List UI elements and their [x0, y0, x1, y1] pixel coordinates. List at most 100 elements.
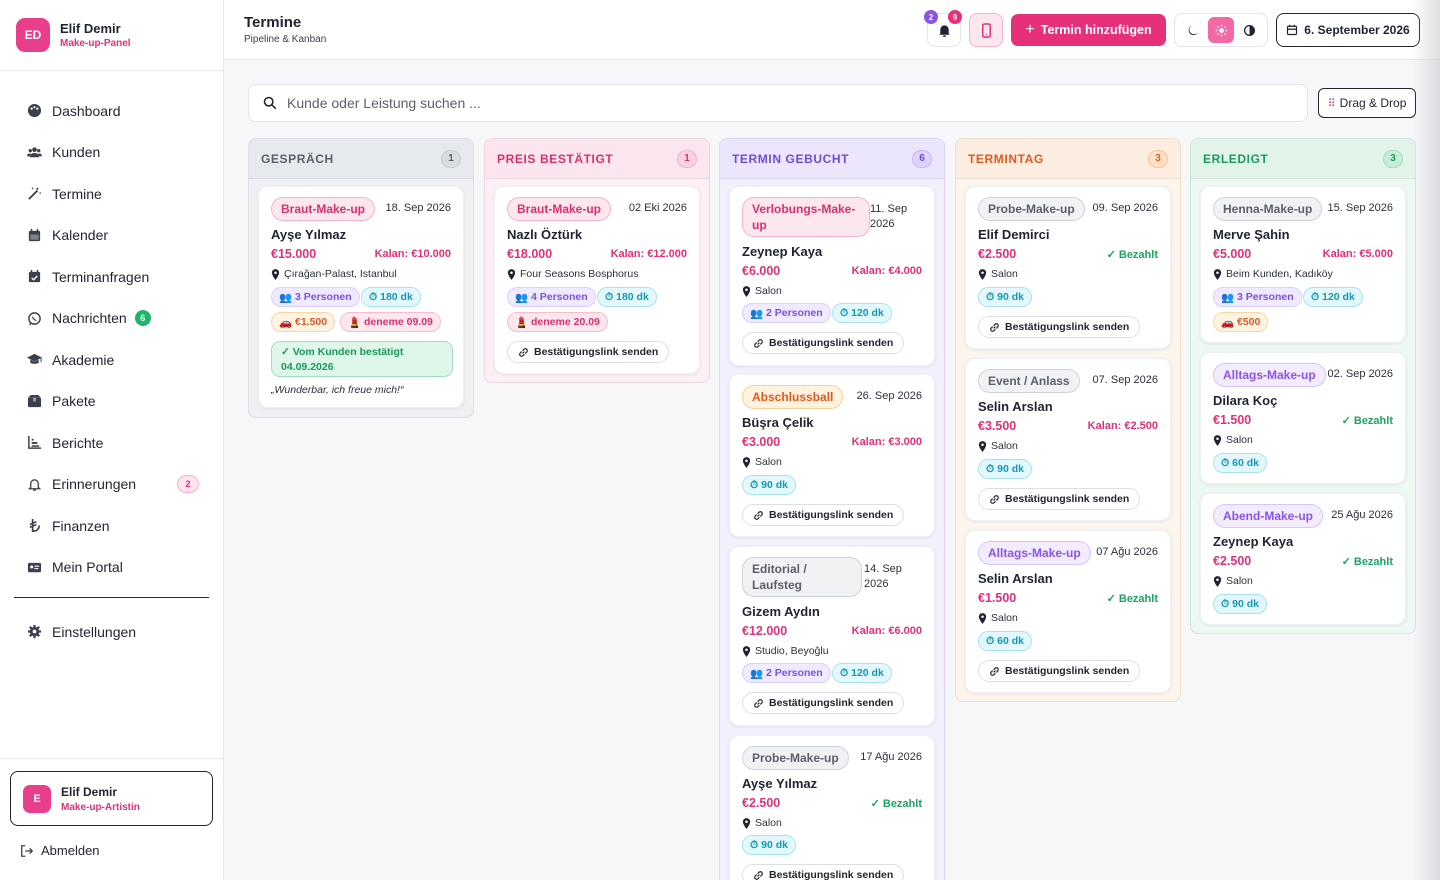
topbar: Termine Pipeline & Kanban 2 9 + Termin h…	[224, 0, 1440, 60]
remaining-amount: Kalan: €4.000	[851, 265, 922, 277]
logout-button[interactable]: Abmelden	[20, 843, 100, 858]
map-pin-icon	[742, 645, 751, 657]
send-confirmation-link-button[interactable]: Bestätigungslink senden	[742, 504, 905, 526]
appointment-card[interactable]: Probe-Make-up 09. Sep 2026 Elif Demirci …	[965, 186, 1171, 349]
column-title: TERMINTAG	[968, 151, 1044, 166]
gear-icon	[26, 624, 42, 640]
notifications-button[interactable]: 2 9	[924, 10, 962, 47]
map-pin-icon	[742, 285, 751, 297]
sidebar-item-terminanfragen[interactable]: Terminanfragen	[0, 256, 223, 298]
map-pin-icon	[271, 268, 280, 280]
column-header: GESPRÄCH 1	[249, 139, 473, 179]
column-title: ERLEDIGT	[1203, 151, 1269, 166]
brand-name: Elif Demir	[60, 21, 121, 36]
current-date: 6. September 2026	[1304, 23, 1410, 37]
calendar-icon	[26, 227, 42, 243]
sidebar-item-erinnerungen[interactable]: Erinnerungen 2	[0, 464, 223, 506]
travel-fee-chip: 🚗 €500	[1213, 312, 1269, 332]
duration-text: 90 dk	[997, 463, 1024, 475]
sidebar-item-termine[interactable]: Termine	[0, 173, 223, 215]
appointment-date: 18. Sep 2026	[385, 202, 451, 214]
appointment-card[interactable]: Braut-Make-up 18. Sep 2026 Ayşe Yılmaz €…	[258, 186, 464, 408]
send-confirmation-link-button[interactable]: Bestätigungslink senden	[978, 660, 1141, 682]
column-count: 1	[441, 149, 461, 168]
grip-icon: ⠿	[1327, 97, 1336, 110]
send-confirmation-link-button[interactable]: Bestätigungslink senden	[742, 864, 905, 880]
location: Salon	[742, 285, 782, 297]
send-link-label: Bestätigungslink senden	[1005, 321, 1130, 333]
sun-icon	[1215, 24, 1227, 36]
calendar-icon	[1287, 24, 1298, 36]
send-link-label: Bestätigungslink senden	[769, 697, 894, 709]
appointment-card[interactable]: Braut-Make-up 02 Eki 2026 Nazlı Öztürk €…	[494, 186, 700, 374]
client-name: Elif Demirci	[978, 227, 1050, 242]
sidebar-item-label: Erinnerungen	[52, 476, 137, 493]
drag-drop-toggle[interactable]: ⠿ Drag & Drop	[1318, 88, 1416, 118]
client-name: Selin Arslan	[978, 399, 1053, 414]
map-pin-icon	[1213, 575, 1222, 587]
search-input[interactable]	[287, 95, 1187, 111]
sidebar-item-kunden[interactable]: Kunden	[0, 132, 223, 174]
send-confirmation-link-button[interactable]: Bestätigungslink senden	[507, 341, 670, 363]
link-icon	[990, 322, 999, 332]
appointment-date: 02. Sep 2026	[1327, 368, 1393, 380]
appointment-card[interactable]: Editorial / Laufsteg 14. Sep 2026 Gizem …	[729, 546, 935, 726]
column-preis-bestatigt: PREIS BESTÄTIGT 1 Braut-Make-up 02 Eki 2…	[484, 138, 710, 383]
appointment-card[interactable]: Alltags-Make-up 02. Sep 2026 Dilara Koç …	[1200, 352, 1406, 484]
appointment-date: 07 Ağu 2026	[1096, 546, 1158, 558]
appointment-card[interactable]: Henna-Make-up 15. Sep 2026 Merve Şahin €…	[1200, 186, 1406, 343]
appointment-card[interactable]: Verlobungs-Make-up 11. Sep 2026 Zeynep K…	[729, 186, 935, 366]
column-termin-gebucht: TERMIN GEBUCHT 6 Verlobungs-Make-up 11. …	[719, 138, 945, 880]
column-title: TERMIN GEBUCHT	[732, 151, 850, 166]
brand-header: ED Elif Demir Make-up-Panel	[0, 0, 223, 71]
sidebar-item-kalender[interactable]: Kalender	[0, 215, 223, 257]
theme-light-button[interactable]	[1208, 17, 1234, 43]
duration-chip: ⏱ 90 dk	[1213, 594, 1267, 614]
send-confirmation-link-button[interactable]: Bestätigungslink senden	[742, 692, 905, 714]
send-link-label: Bestätigungslink senden	[769, 337, 894, 349]
theme-switcher	[1174, 13, 1268, 47]
appointment-card[interactable]: Abschlussball 26. Sep 2026 Büşra Çelik €…	[729, 374, 935, 537]
map-pin-icon	[1213, 268, 1222, 280]
duration-chip: ⏱ 120 dk	[832, 663, 892, 683]
user-profile-card[interactable]: E Elif Demir Make-up-Artistin	[10, 771, 213, 826]
sidebar-item-nachrichten[interactable]: Nachrichten 6	[0, 298, 223, 340]
client-quote: „Wunderbar, ich freue mich!“	[271, 384, 404, 396]
phone-icon	[981, 22, 991, 38]
date-picker-button[interactable]: 6. September 2026	[1276, 13, 1420, 47]
send-confirmation-link-button[interactable]: Bestätigungslink senden	[742, 332, 905, 354]
sidebar-item-akademie[interactable]: Akademie	[0, 339, 223, 381]
sidebar-item-mein-portal[interactable]: Mein Portal	[0, 547, 223, 589]
sidebar-item-finanzen[interactable]: Finanzen	[0, 505, 223, 547]
appointment-card[interactable]: Abend-Make-up 25 Ağu 2026 Zeynep Kaya €2…	[1200, 493, 1406, 625]
sidebar-item-label: Kunden	[52, 144, 101, 161]
location-text: Salon	[755, 285, 782, 297]
mobile-view-button[interactable]	[969, 13, 1003, 47]
appointment-card[interactable]: Probe-Make-up 17 Ağu 2026 Ayşe Yılmaz €2…	[729, 735, 935, 880]
price: €1.500	[978, 591, 1017, 605]
sidebar-item-dashboard[interactable]: Dashboard	[0, 90, 223, 132]
sidebar-item-pakete[interactable]: Pakete	[0, 381, 223, 423]
column-header: ERLEDIGT 3	[1191, 139, 1415, 179]
price: €1.500	[1213, 413, 1252, 427]
service-tag: Event / Anlass	[978, 369, 1080, 393]
theme-auto-button[interactable]	[1236, 17, 1262, 43]
appointment-date: 07. Sep 2026	[1092, 374, 1158, 386]
sidebar-item-einstellungen[interactable]: Einstellungen	[0, 611, 223, 653]
send-confirmation-link-button[interactable]: Bestätigungslink senden	[978, 316, 1141, 338]
search-icon	[263, 96, 277, 110]
paid-text: Bezahlt	[1353, 415, 1393, 427]
appointment-date: 02 Eki 2026	[628, 202, 687, 214]
appointment-card[interactable]: Event / Anlass 07. Sep 2026 Selin Arslan…	[965, 358, 1171, 521]
plus-icon: +	[1025, 21, 1035, 38]
column-title: PREIS BESTÄTIGT	[497, 151, 614, 166]
appointment-card[interactable]: Alltags-Make-up 07 Ağu 2026 Selin Arslan…	[965, 530, 1171, 693]
send-confirmation-link-button[interactable]: Bestätigungslink senden	[978, 488, 1141, 510]
page-title: Termine	[244, 14, 302, 31]
theme-dark-button[interactable]	[1180, 17, 1206, 43]
sidebar-item-berichte[interactable]: Berichte	[0, 422, 223, 464]
map-pin-icon	[507, 268, 516, 280]
paid-status: ✓ Bezahlt	[1341, 556, 1393, 568]
add-appointment-button[interactable]: + Termin hinzufügen	[1011, 14, 1166, 46]
calendar-check-icon	[26, 269, 42, 285]
